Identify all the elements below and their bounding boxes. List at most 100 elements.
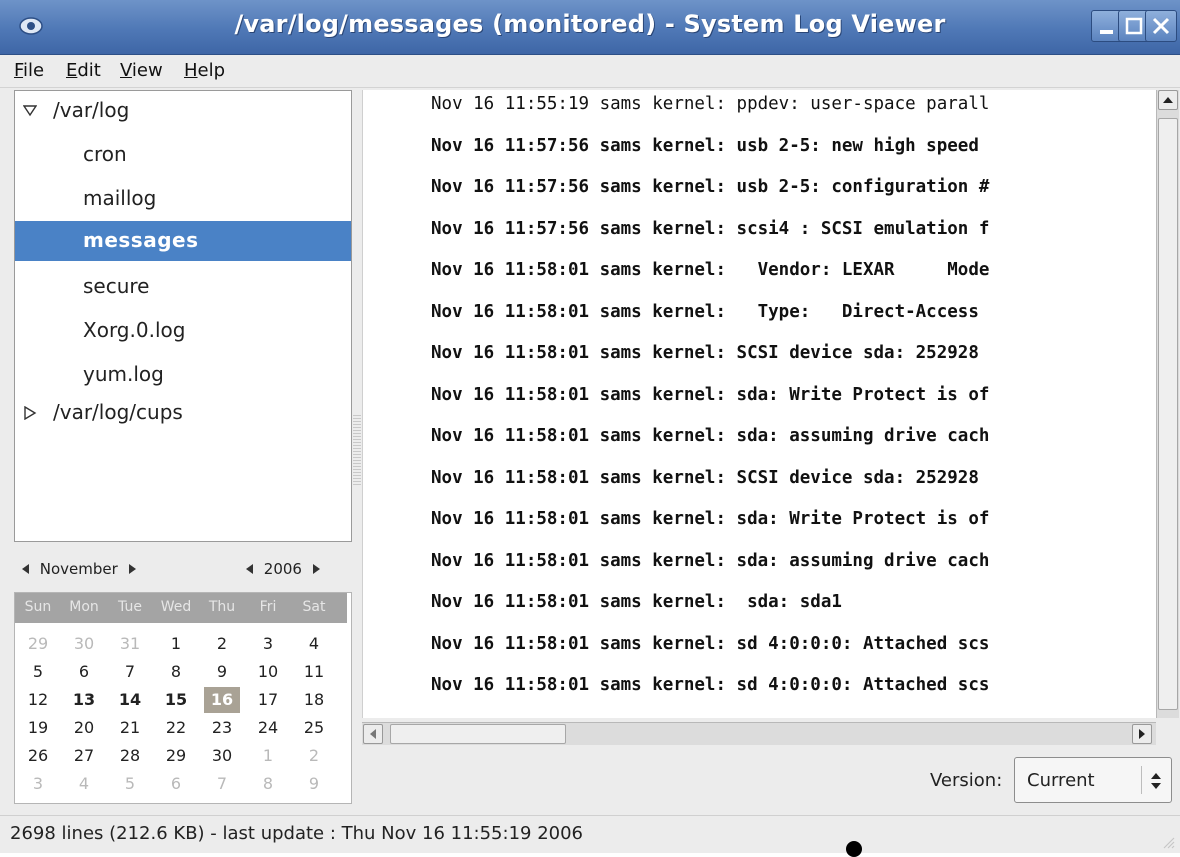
calendar-day[interactable]: 6 [66, 659, 102, 685]
log-line: Nov 16 11:58:01 sams kernel: sda: Write … [431, 509, 990, 529]
weekday-label: Fri [259, 599, 277, 615]
tree-node-var-log[interactable]: /var/log [15, 91, 351, 129]
horizontal-scrollbar[interactable] [362, 722, 1156, 745]
calendar-year: 2006 [263, 560, 302, 578]
calendar-day[interactable]: 31 [112, 631, 148, 657]
calendar-day[interactable]: 30 [204, 743, 240, 769]
year-selector: 2006 [246, 560, 320, 578]
menu-file[interactable]: File [14, 60, 44, 81]
calendar-weekday-header: Sun Mon Tue Wed Thu Fri Sat [15, 593, 347, 623]
calendar-day[interactable]: 27 [66, 743, 102, 769]
calendar-day[interactable]: 17 [250, 687, 286, 713]
calendar-grid: Sun Mon Tue Wed Thu Fri Sat 29 30 31 1 2 3 4 5 6 7 8 9 10 1… [14, 592, 352, 804]
status-text: 2698 lines (212.6 KB) - last update : Th… [10, 823, 584, 844]
calendar-day[interactable]: 28 [112, 743, 148, 769]
tree-item-cron[interactable]: cron [15, 135, 351, 173]
calendar-day[interactable]: 9 [296, 771, 332, 797]
calendar-day[interactable]: 8 [158, 659, 194, 685]
calendar-day[interactable]: 14 [112, 687, 148, 713]
prev-month-icon[interactable] [22, 564, 29, 574]
calendar-day[interactable]: 18 [296, 687, 332, 713]
log-line: Nov 16 11:57:56 sams kernel: usb 2-5: co… [431, 177, 990, 197]
title-bar[interactable]: /var/log/messages (monitored) - System L… [0, 0, 1180, 55]
scroll-right-button[interactable] [1132, 724, 1152, 744]
menu-view[interactable]: View [120, 60, 163, 81]
menu-bar: File Edit View Help [0, 55, 1180, 88]
calendar-day[interactable]: 7 [112, 659, 148, 685]
prev-year-icon[interactable] [246, 564, 253, 574]
pane-splitter-handle[interactable] [353, 415, 361, 485]
collapsed-triangle-icon[interactable] [23, 406, 37, 420]
calendar-day[interactable]: 1 [158, 631, 194, 657]
tree-item-label: cron [83, 142, 127, 166]
calendar-day[interactable]: 11 [296, 659, 332, 685]
tree-item-yum-log[interactable]: yum.log [15, 355, 351, 393]
calendar-day[interactable]: 23 [204, 715, 240, 741]
calendar-day-today[interactable]: 16 [204, 687, 240, 713]
calendar-day[interactable]: 30 [66, 631, 102, 657]
calendar-day[interactable]: 3 [250, 631, 286, 657]
calendar-day[interactable]: 1 [250, 743, 286, 769]
calendar-day[interactable]: 26 [20, 743, 56, 769]
log-line: Nov 16 11:58:01 sams kernel: Vendor: LEX… [431, 260, 990, 280]
calendar-day[interactable]: 19 [20, 715, 56, 741]
tree-item-secure[interactable]: secure [15, 267, 351, 305]
calendar-day[interactable]: 20 [66, 715, 102, 741]
mouse-cursor [846, 841, 862, 857]
version-label: Version: [930, 770, 1003, 791]
weekday-label: Mon [69, 599, 99, 615]
scroll-left-button[interactable] [363, 724, 383, 744]
calendar-header: November 2006 [14, 552, 352, 586]
close-icon [1152, 17, 1170, 35]
vertical-scroll-thumb[interactable] [1158, 118, 1178, 710]
calendar-day[interactable]: 25 [296, 715, 332, 741]
calendar-day[interactable]: 9 [204, 659, 240, 685]
log-line: Nov 16 11:58:01 sams kernel: Type: Direc… [431, 301, 979, 322]
scroll-up-button[interactable] [1158, 90, 1178, 110]
log-text-view[interactable]: Nov 16 11:55:19 sams kernel: ppdev: user… [362, 90, 1157, 718]
tree-item-label: maillog [83, 186, 157, 210]
calendar-day[interactable]: 4 [296, 631, 332, 657]
log-line: Nov 16 11:57:56 sams kernel: scsi4 : SCS… [431, 218, 990, 239]
next-month-icon[interactable] [128, 564, 136, 574]
horizontal-scroll-thumb[interactable] [390, 724, 566, 744]
calendar-day[interactable]: 13 [66, 687, 102, 713]
calendar-day[interactable]: 5 [20, 659, 56, 685]
version-select[interactable]: Current [1014, 757, 1172, 803]
calendar-day[interactable]: 4 [66, 771, 102, 797]
tree-item-maillog[interactable]: maillog [15, 179, 351, 217]
calendar-day[interactable]: 29 [20, 631, 56, 657]
log-line: Nov 16 11:58:01 sams kernel: SCSI device… [431, 467, 979, 488]
log-line: Nov 16 11:58:01 sams kernel: SCSI device… [431, 343, 979, 363]
tree-item-messages[interactable]: messages [15, 221, 351, 261]
resize-grip-icon[interactable] [1160, 834, 1176, 850]
calendar-day[interactable]: 15 [158, 687, 194, 713]
log-line: Nov 16 11:58:01 sams kernel: sda: assumi… [431, 426, 990, 446]
calendar-day[interactable]: 29 [158, 743, 194, 769]
calendar-day[interactable]: 8 [250, 771, 286, 797]
calendar-day[interactable]: 6 [158, 771, 194, 797]
calendar-day[interactable]: 3 [20, 771, 56, 797]
calendar-day[interactable]: 12 [20, 687, 56, 713]
expanded-triangle-icon[interactable] [23, 104, 37, 118]
calendar-day[interactable]: 21 [112, 715, 148, 741]
weekday-label: Sun [24, 599, 52, 615]
calendar-day[interactable]: 22 [158, 715, 194, 741]
calendar-day[interactable]: 5 [112, 771, 148, 797]
calendar-day[interactable]: 24 [250, 715, 286, 741]
calendar-day[interactable]: 10 [250, 659, 286, 685]
calendar-day[interactable]: 2 [296, 743, 332, 769]
calendar-day[interactable]: 2 [204, 631, 240, 657]
log-line: Nov 16 11:58:01 sams kernel: sda: Write … [431, 384, 990, 405]
tree-node-var-log-cups[interactable]: /var/log/cups [15, 393, 351, 431]
close-button[interactable] [1145, 10, 1177, 42]
arrow-right-icon [1139, 729, 1145, 739]
tree-node-label: /var/log/cups [53, 400, 183, 424]
log-line: Nov 16 11:58:01 sams kernel: sda: assumi… [431, 550, 990, 571]
menu-help[interactable]: Help [184, 60, 225, 81]
vertical-scrollbar[interactable] [1156, 90, 1179, 718]
calendar-day[interactable]: 7 [204, 771, 240, 797]
menu-edit[interactable]: Edit [66, 60, 101, 81]
next-year-icon[interactable] [312, 564, 320, 574]
tree-item-xorg-log[interactable]: Xorg.0.log [15, 311, 351, 349]
